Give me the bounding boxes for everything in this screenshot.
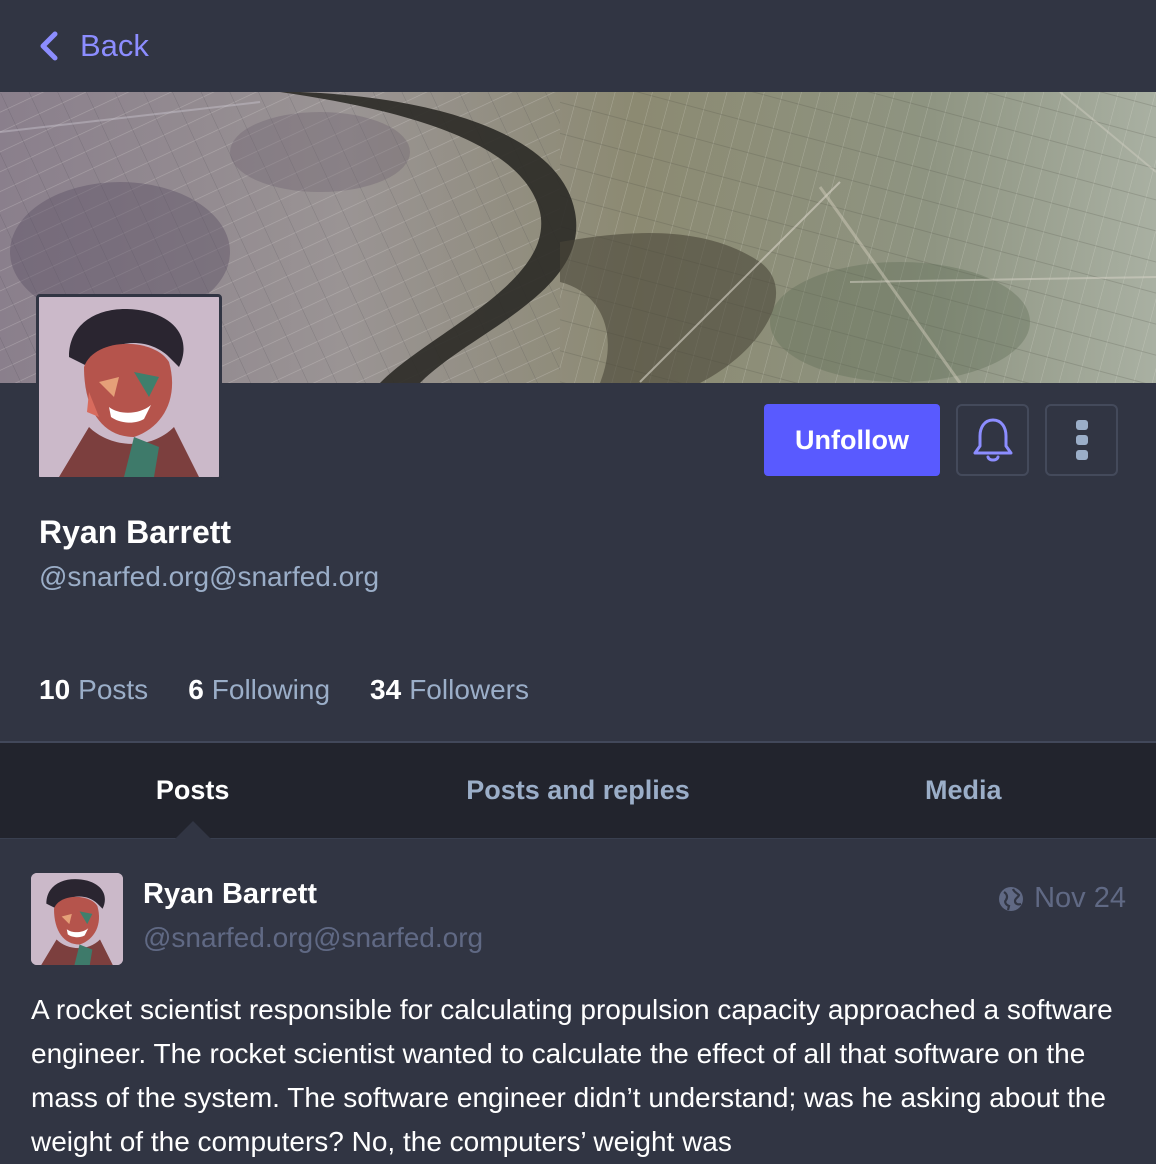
active-tab-indicator	[174, 821, 211, 839]
stat-following[interactable]: 6 Following	[188, 674, 330, 706]
profile-avatar[interactable]	[36, 294, 222, 480]
stat-count: 34	[370, 674, 402, 705]
post-meta[interactable]: Nov 24	[998, 882, 1126, 915]
unfollow-button[interactable]: Unfollow	[764, 404, 940, 476]
stat-followers[interactable]: 34 Followers	[370, 674, 529, 706]
stat-count: 6	[188, 674, 204, 705]
ellipsis-vertical-icon	[1075, 420, 1088, 460]
top-bar: Back	[0, 0, 1156, 92]
stat-label: Followers	[409, 674, 530, 705]
globe-icon	[999, 886, 1024, 911]
notify-button[interactable]	[956, 404, 1029, 476]
tab-label: Posts	[155, 775, 230, 805]
tab-label: Posts and replies	[466, 775, 690, 805]
status-post[interactable]: Ryan Barrett @snarfed.org@snarfed.org No…	[0, 840, 1156, 1157]
tab-posts-and-replies[interactable]: Posts and replies	[385, 743, 770, 838]
tab-media[interactable]: Media	[771, 743, 1156, 838]
stat-count: 10	[39, 674, 71, 705]
post-date[interactable]: Nov 24	[1034, 882, 1126, 915]
post-content: A rocket scientist responsible for calcu…	[31, 994, 1113, 1157]
profile-tabs: Posts Posts and replies Media	[0, 743, 1156, 839]
post-author-handle[interactable]: @snarfed.org@snarfed.org	[143, 922, 483, 954]
profile-display-name: Ryan Barrett	[39, 514, 232, 550]
stat-posts[interactable]: 10 Posts	[39, 674, 148, 706]
stat-label: Following	[211, 674, 331, 705]
bell-icon	[973, 418, 1012, 462]
stat-label: Posts	[78, 674, 149, 705]
chevron-left-icon	[40, 31, 58, 61]
profile-stats: 10 Posts 6 Following 34 Followers	[39, 674, 529, 706]
post-author-name[interactable]: Ryan Barrett	[143, 878, 317, 911]
tab-posts[interactable]: Posts	[0, 743, 385, 839]
back-label: Back	[80, 28, 149, 63]
tab-label: Media	[925, 775, 1002, 805]
profile-handle: @snarfed.org@snarfed.org	[39, 561, 380, 592]
post-author-avatar[interactable]	[31, 873, 123, 965]
more-options-button[interactable]	[1045, 404, 1118, 476]
back-button[interactable]: Back	[38, 28, 149, 64]
